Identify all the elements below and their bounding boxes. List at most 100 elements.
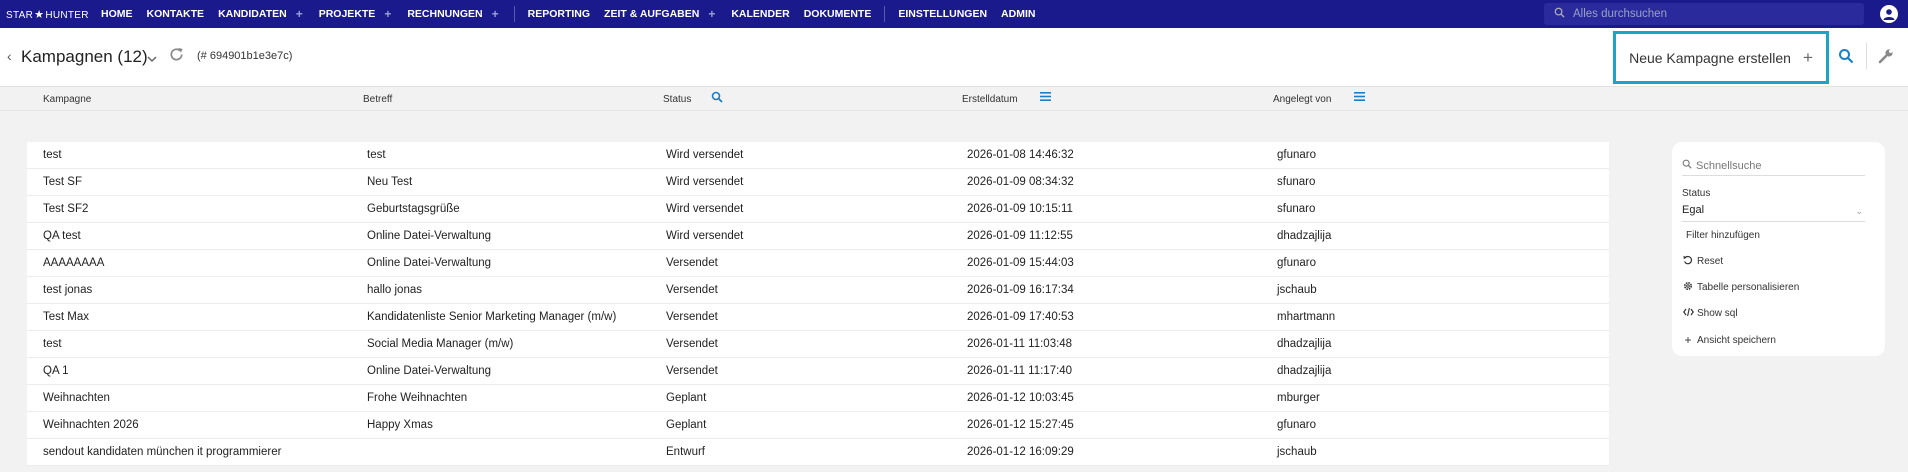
global-search[interactable] — [1544, 3, 1864, 25]
table-row[interactable]: AAAAAAAA Online Datei-Verwaltung Versendet… — [27, 250, 1609, 277]
table-row[interactable]: Test SF2 Geburtstagsgrüße Wird versendet 20… — [27, 196, 1609, 223]
reset-button[interactable]: Reset — [1682, 255, 1723, 268]
cell-betreff: Frohe Weihnachten — [367, 392, 468, 404]
quicksearch-field[interactable] — [1682, 156, 1865, 176]
cell-status: Versendet — [666, 311, 718, 323]
erstelldatum-filter-menu-icon[interactable] — [1040, 91, 1051, 105]
table-row[interactable]: test test Wird versendet 2026-01-08 14:46:3… — [27, 142, 1609, 169]
show-sql-label: Show sql — [1697, 308, 1738, 319]
wrench-icon[interactable] — [1878, 48, 1894, 69]
cell-angelegt-von: jschaub — [1277, 446, 1317, 458]
table-row[interactable]: Test Max Kandidatenliste Senior Marketing… — [27, 304, 1609, 331]
nav-item-label: EINSTELLUNGEN — [898, 8, 988, 20]
add-filter-link[interactable]: Filter hinzufügen — [1686, 230, 1760, 241]
nav-separator — [884, 6, 886, 22]
nav-add-icon[interactable]: + — [492, 7, 499, 21]
cell-erstelldatum: 2026-01-09 11:12:55 — [967, 230, 1073, 242]
column-header-erstelldatum[interactable]: Erstelldatum — [962, 94, 1018, 105]
cell-angelegt-von: sfunaro — [1277, 176, 1316, 188]
search-icon — [1554, 5, 1565, 23]
table-row[interactable]: Test SF Neu Test Wird versendet 2026-01-09 … — [27, 169, 1609, 196]
nav-item-label: ADMIN — [1001, 8, 1036, 20]
column-header-angelegt-von[interactable]: Angelegt von — [1273, 94, 1331, 105]
column-header-kampagne[interactable]: Kampagne — [43, 94, 91, 105]
new-campaign-label: Neue Kampagne erstellen — [1629, 49, 1791, 66]
nav-item-dokumente[interactable]: DOKUMENTE — [797, 0, 879, 28]
cell-betreff: hallo jonas — [367, 284, 422, 296]
nav-add-icon[interactable]: + — [708, 7, 715, 21]
cell-kampagne: AAAAAAAA — [43, 257, 105, 269]
cell-erstelldatum: 2026-01-11 11:17:40 — [967, 365, 1073, 377]
column-header-betreff[interactable]: Betreff — [363, 94, 392, 105]
gear-icon — [1682, 281, 1694, 294]
nav-item-kalender[interactable]: KALENDER — [724, 0, 796, 28]
nav-item-admin[interactable]: ADMIN — [994, 0, 1042, 28]
status-filter-value: Egal — [1682, 204, 1705, 216]
cell-angelegt-von: mhartmann — [1277, 311, 1336, 323]
cell-kampagne: Weihnachten — [43, 392, 110, 404]
save-view-label: Ansicht speichern — [1697, 334, 1776, 346]
user-avatar-icon[interactable] — [1880, 5, 1898, 23]
cell-status: Wird versendet — [666, 176, 744, 188]
nav-add-icon[interactable]: + — [296, 7, 303, 21]
page-header: ‹ Kampagnen (12) (# 694901b1e3e7c) Neue … — [0, 28, 1908, 87]
cell-betreff: Kandidatenliste Senior Marketing Manager… — [367, 311, 617, 323]
table-row[interactable]: Weihnachten 2026 Happy Xmas Geplant 2026-01… — [27, 412, 1609, 439]
quicksearch-input[interactable] — [1696, 159, 1856, 172]
table-row[interactable]: sendout kandidaten münchen it programmie… — [27, 439, 1609, 466]
chevron-down-icon[interactable] — [147, 50, 157, 68]
new-campaign-button[interactable]: Neue Kampagne erstellen + — [1613, 31, 1829, 84]
nav-item-label: ZEIT & AUFGABEN — [604, 8, 700, 20]
nav-item-projekte[interactable]: PROJEKTE + — [312, 0, 401, 28]
cell-erstelldatum: 2026-01-12 16:09:29 — [967, 446, 1074, 458]
nav-item-einstellungen[interactable]: EINSTELLUNGEN — [891, 0, 994, 28]
nav-item-rechnungen[interactable]: RECHNUNGEN + — [400, 0, 507, 28]
refresh-icon[interactable] — [168, 46, 185, 68]
nav-item-kandidaten[interactable]: KANDIDATEN + — [211, 0, 312, 28]
cell-erstelldatum: 2026-01-11 11:03:48 — [967, 338, 1073, 350]
cell-angelegt-von: gfunaro — [1277, 149, 1317, 161]
nav-item-reporting[interactable]: REPORTING — [521, 0, 597, 28]
nav-item-label: KONTAKTE — [146, 8, 205, 20]
starhunter-logo[interactable]: STAR★HUNTER — [6, 8, 94, 21]
nav-item-kontakte[interactable]: KONTAKTE — [140, 0, 212, 28]
nav-item-label: PROJEKTE — [318, 8, 376, 20]
table-row[interactable]: test Social Media Manager (m/w) Versendet 2… — [27, 331, 1609, 358]
cell-kampagne: QA test — [43, 230, 81, 242]
column-header-status[interactable]: Status — [663, 94, 691, 105]
cell-angelegt-von: jschaub — [1277, 284, 1317, 296]
personalize-table-button[interactable]: Tabelle personalisieren — [1682, 281, 1799, 294]
filter-panel: Status Egal ⌄ Filter hinzufügen Reset Ta… — [1672, 142, 1885, 356]
search-icon[interactable] — [1838, 48, 1854, 69]
nav-item-zeit-aufgaben[interactable]: ZEIT & AUFGABEN + — [597, 0, 724, 28]
table-row[interactable]: QA test Online Datei-Verwaltung Wird verse… — [27, 223, 1609, 250]
cell-angelegt-von: gfunaro — [1277, 419, 1317, 431]
cell-status: Entwurf — [666, 446, 705, 458]
save-view-button[interactable]: + Ansicht speichern — [1682, 333, 1776, 347]
cell-angelegt-von: dhadzajlija — [1277, 230, 1332, 242]
status-filter-search-icon[interactable] — [711, 91, 723, 106]
cell-status: Versendet — [666, 257, 718, 269]
cell-angelegt-von: mburger — [1277, 392, 1320, 404]
cell-erstelldatum: 2026-01-09 08:34:32 — [967, 176, 1074, 188]
add-filter-label: Filter hinzufügen — [1686, 230, 1760, 241]
show-sql-button[interactable]: Show sql — [1682, 307, 1738, 320]
cell-kampagne: Test SF — [43, 176, 82, 188]
table-row[interactable]: Weihnachten Frohe Weihnachten Geplant 2026-… — [27, 385, 1609, 412]
nav-item-label: RECHNUNGEN — [407, 8, 483, 20]
table-row[interactable]: test jonas hallo jonas Versendet 2026-01-09… — [27, 277, 1609, 304]
plus-icon: + — [1802, 47, 1813, 67]
nav-item-home[interactable]: HOME — [94, 0, 140, 28]
cell-status: Wird versendet — [666, 230, 744, 242]
back-chevron-icon[interactable]: ‹ — [7, 48, 12, 64]
status-filter-label: Status — [1682, 188, 1711, 199]
global-search-input[interactable] — [1573, 8, 1853, 20]
table-row[interactable]: QA 1 Online Datei-Verwaltung Versendet 2026… — [27, 358, 1609, 385]
reset-label: Reset — [1697, 256, 1724, 267]
cell-kampagne: sendout kandidaten münchen it programmie… — [43, 446, 282, 458]
angelegt-von-filter-menu-icon[interactable] — [1354, 91, 1365, 105]
status-filter-select[interactable]: Egal ⌄ — [1682, 204, 1865, 222]
cell-status: Versendet — [666, 284, 718, 296]
reset-icon — [1682, 255, 1694, 268]
nav-add-icon[interactable]: + — [384, 7, 391, 21]
